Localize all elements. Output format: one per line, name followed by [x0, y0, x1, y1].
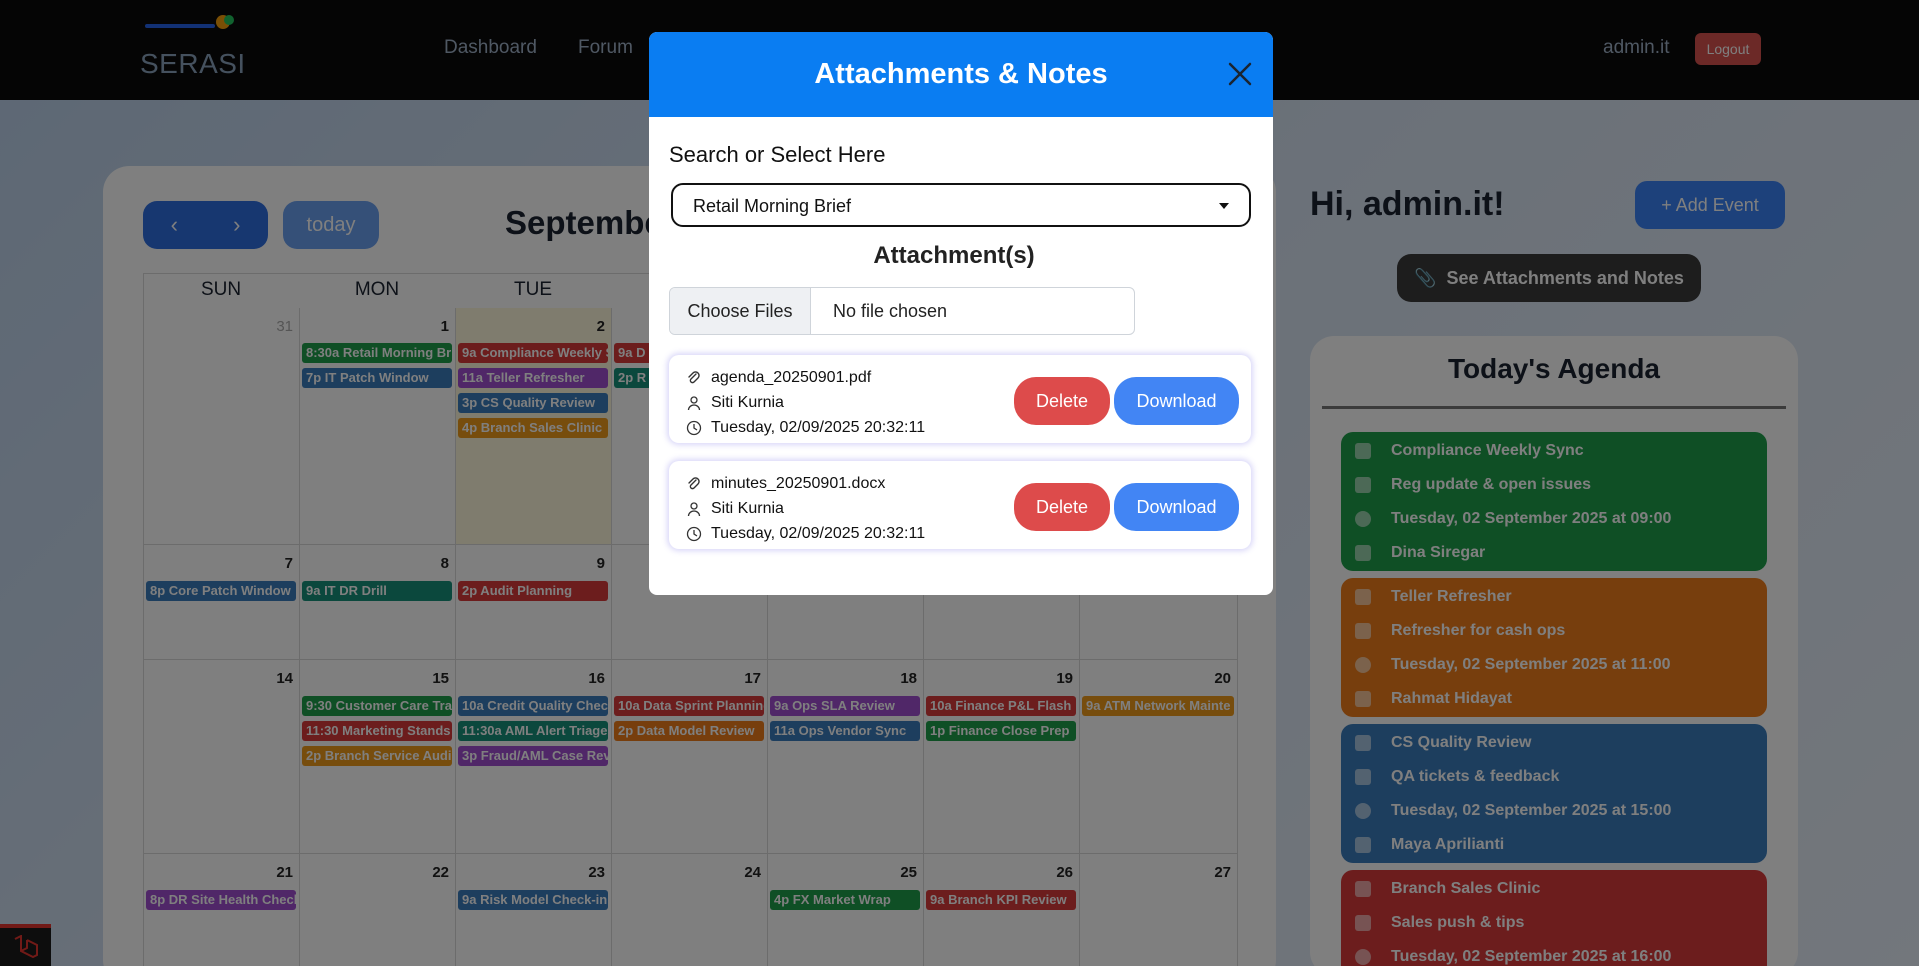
attachment-timestamp: Tuesday, 02/09/2025 20:32:11: [711, 419, 926, 436]
attachment-uploader: Siti Kurnia: [711, 394, 784, 411]
user-icon: [687, 502, 701, 517]
attachment-timestamp: Tuesday, 02/09/2025 20:32:11: [711, 525, 926, 542]
attachment-card: minutes_20250901.docx Siti Kurnia Tuesda…: [669, 461, 1251, 549]
modal-title: Attachments & Notes: [814, 58, 1108, 90]
download-button[interactable]: Download: [1114, 483, 1239, 531]
choose-files-button[interactable]: Choose Files: [670, 288, 811, 334]
attachments-heading: Attachment(s): [873, 242, 1035, 269]
chevron-down-icon: [1219, 203, 1229, 209]
attachment-filename[interactable]: minutes_20250901.docx: [711, 475, 885, 493]
user-icon: [687, 396, 701, 411]
search-label: Search or Select Here: [669, 142, 886, 167]
download-button[interactable]: Download: [1114, 377, 1239, 425]
file-input[interactable]: Choose Files No file chosen: [669, 287, 1135, 335]
modal-header: Attachments & Notes: [649, 32, 1273, 117]
close-icon[interactable]: [1227, 61, 1253, 87]
event-select[interactable]: Retail Morning Brief: [671, 183, 1251, 227]
clock-icon: [686, 526, 702, 542]
attachment-card: agenda_20250901.pdf Siti Kurnia Tuesday,…: [669, 355, 1251, 443]
selected-event: Retail Morning Brief: [693, 196, 852, 216]
attachments-modal: Attachments & Notes Search or Select Her…: [649, 32, 1273, 595]
attachment-filename[interactable]: agenda_20250901.pdf: [711, 369, 871, 387]
file-status-text: No file chosen: [833, 301, 948, 321]
clock-icon: [686, 420, 702, 436]
delete-button[interactable]: Delete: [1014, 377, 1110, 425]
paperclip-icon: [688, 477, 700, 490]
attachment-uploader: Siti Kurnia: [711, 500, 784, 517]
paperclip-icon: [688, 371, 700, 384]
delete-button[interactable]: Delete: [1014, 483, 1110, 531]
